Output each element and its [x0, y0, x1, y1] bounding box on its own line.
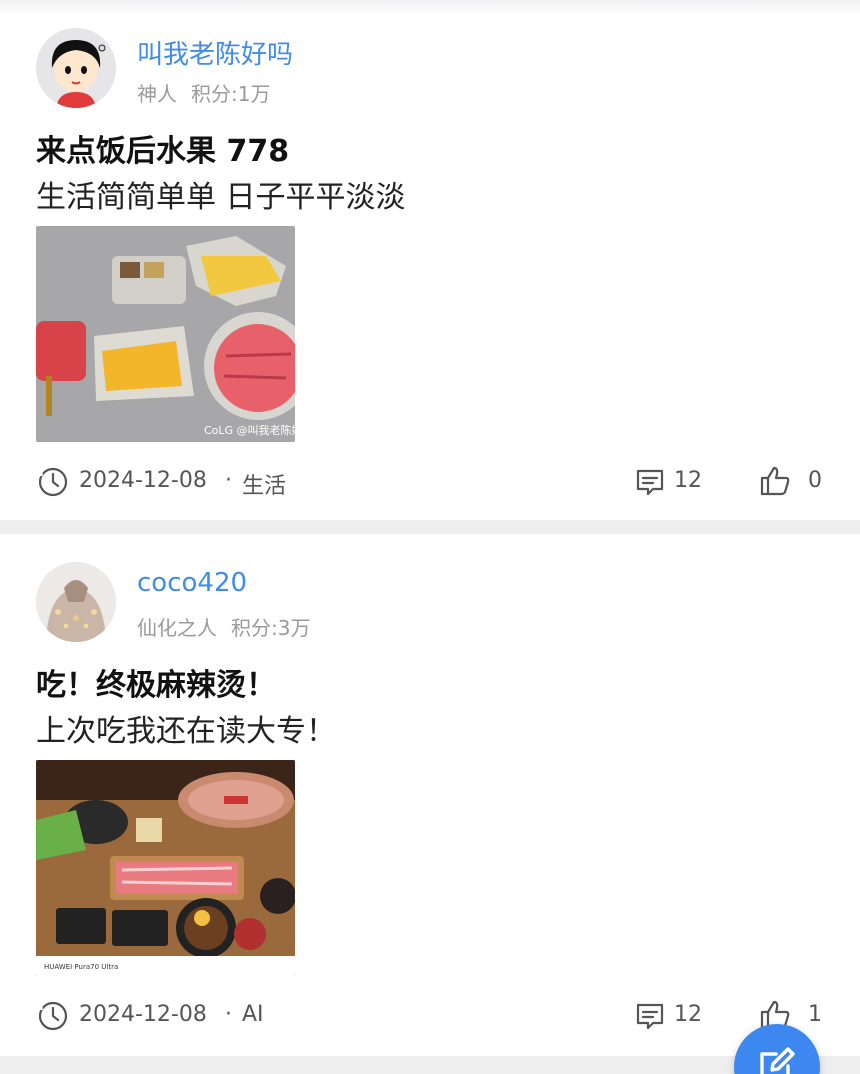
- user-rank: 仙化之人: [137, 616, 217, 640]
- post-divider: [0, 1056, 860, 1074]
- user-points: 积分:1万: [191, 82, 271, 106]
- username[interactable]: 叫我老陈好吗: [137, 34, 293, 71]
- post-category[interactable]: 生活: [242, 468, 286, 500]
- image-watermark: CoLG @叫我老陈好: [204, 423, 295, 437]
- like-count[interactable]: 0: [808, 468, 822, 493]
- pencil-edit-icon: [760, 1047, 795, 1074]
- post-category[interactable]: AI: [242, 1002, 264, 1027]
- post-image[interactable]: CoLG @叫我老陈好: [36, 226, 295, 442]
- like-count[interactable]: 1: [808, 1002, 822, 1027]
- post-card[interactable]: coco420 仙化之人 积分:3万 吃！终极麻辣烫！ 上次吃我还在读大专！ H…: [0, 534, 860, 1056]
- post-footer: 2024-12-08 · 生活 12 0: [0, 462, 860, 502]
- avatar[interactable]: [36, 28, 116, 108]
- clock-icon: [38, 1001, 68, 1031]
- comment-icon[interactable]: [634, 466, 666, 498]
- comment-count[interactable]: 12: [674, 468, 702, 493]
- top-divider: [0, 0, 860, 16]
- comment-count[interactable]: 12: [674, 1002, 702, 1027]
- post-date: 2024-12-08: [79, 1002, 207, 1027]
- thumbs-up-icon[interactable]: [758, 464, 792, 498]
- image-watermark: HUAWEI Pura70 Ultra: [44, 963, 118, 971]
- meta-separator: ·: [225, 1002, 232, 1027]
- post-body[interactable]: 生活简简单单 日子平平淡淡: [36, 172, 406, 216]
- post-body[interactable]: 上次吃我还在读大专！: [36, 706, 336, 750]
- user-meta: 仙化之人 积分:3万: [137, 612, 310, 641]
- post-date: 2024-12-08: [79, 468, 207, 493]
- post-divider: [0, 520, 860, 534]
- post-image[interactable]: HUAWEI Pura70 Ultra: [36, 760, 295, 976]
- post-footer: 2024-12-08 · AI 12 1: [0, 996, 860, 1036]
- post-title[interactable]: 吃！终极麻辣烫！: [36, 660, 276, 704]
- post-card[interactable]: 叫我老陈好吗 神人积分:1万 来点饭后水果 778 生活简简单单 日子平平淡淡: [0, 16, 860, 520]
- username[interactable]: coco420: [137, 568, 247, 598]
- user-points: 积分:3万: [231, 616, 311, 640]
- user-meta: 神人 积分:1万: [137, 78, 270, 107]
- comment-icon[interactable]: [634, 1000, 666, 1032]
- user-rank: 神人: [137, 82, 177, 106]
- feed-page: 叫我老陈好吗 神人积分:1万 来点饭后水果 778 生活简简单单 日子平平淡淡: [0, 0, 860, 1074]
- avatar[interactable]: [36, 562, 116, 642]
- post-title[interactable]: 来点饭后水果 778: [36, 126, 289, 170]
- meta-separator: ·: [225, 468, 232, 493]
- clock-icon: [38, 467, 68, 497]
